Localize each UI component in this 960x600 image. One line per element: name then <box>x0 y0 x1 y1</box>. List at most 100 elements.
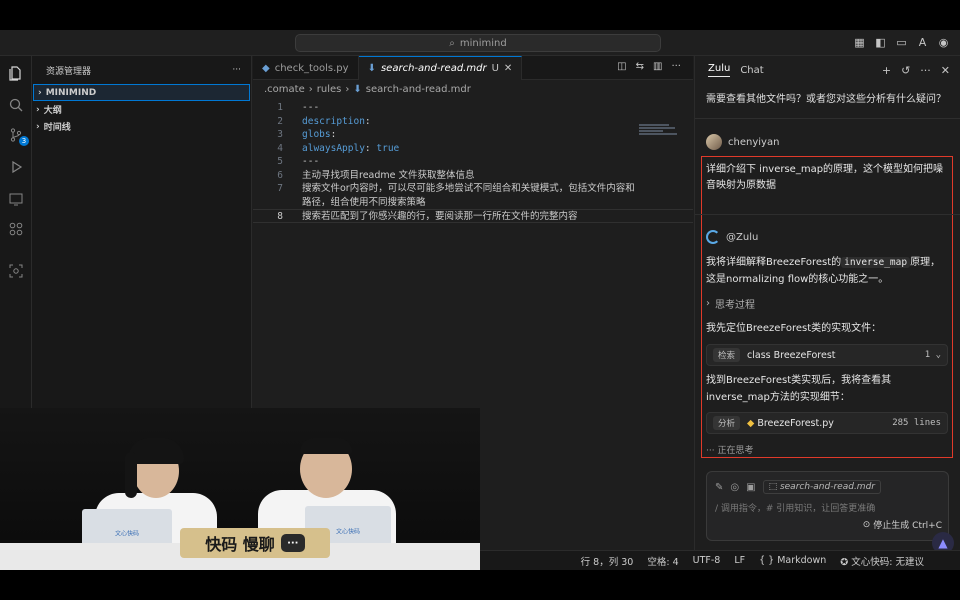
chat-input-box[interactable]: ✎ ◎ ▣ ⬚ search-and-read.mdr / 调用指令，# 引用知… <box>706 471 949 541</box>
split-editor-icon[interactable]: ▥ <box>653 61 662 72</box>
chat-actions: + ↺ ··· ✕ <box>882 64 950 77</box>
input-toolbar: ✎ ◎ ▣ ⬚ search-and-read.mdr <box>715 480 881 494</box>
tool-label: 分析 <box>713 416 741 430</box>
close-icon[interactable]: ✕ <box>941 64 950 77</box>
chevron-down-icon[interactable]: ⌄ <box>936 350 941 360</box>
code-line: 3 globs: <box>253 128 693 142</box>
explorer-section-minimind[interactable]: › MINIMIND <box>33 84 250 101</box>
more-actions-icon[interactable]: ··· <box>920 64 931 77</box>
explorer-section-outline[interactable]: › 大纲 <box>32 101 251 118</box>
breadcrumb-item[interactable]: rules <box>317 84 342 95</box>
tab-label: search-and-read.mdr <box>380 63 487 74</box>
plugin-label: 文心快码: 无建议 <box>851 556 924 568</box>
title-bar: ⌕ minimind ▦ ◧ ▭ A ◉ <box>0 30 960 56</box>
answer-paragraph: 我将详细解释BreezeForest的 inverse_map 原理，这是norma… <box>706 254 950 288</box>
history-icon[interactable]: ↺ <box>901 64 910 77</box>
customize-layout-icon[interactable]: ▦ <box>853 36 866 49</box>
explorer-section-timeline[interactable]: › 时间线 <box>32 118 251 135</box>
yaml-colon: : <box>330 129 337 140</box>
tool-card-search[interactable]: 检索 class BreezeForest 1 ⌄ <box>706 344 948 366</box>
answer-paragraph: 我先定位BreezeForest类的实现文件： <box>706 323 882 334</box>
more-actions-icon[interactable]: ··· <box>232 65 241 75</box>
toggle-panel-icon[interactable]: ▭ <box>895 36 908 49</box>
encoding[interactable]: UTF-8 <box>693 555 721 566</box>
explorer-section-label: 时间线 <box>43 123 71 133</box>
chevron-right-icon: › <box>38 87 42 98</box>
tool-card-analyze[interactable]: 分析 ◆ BreezeForest.py 285 lines <box>706 412 948 434</box>
user-name: chenyiyan <box>728 136 780 148</box>
more-actions-icon[interactable]: ··· <box>671 61 681 72</box>
tab-check-tools[interactable]: ◆ check_tools.py <box>253 56 359 80</box>
bot-name: @Zulu <box>726 231 759 243</box>
minimap[interactable] <box>639 124 679 138</box>
vscode-window: ⌕ minimind ▦ ◧ ▭ A ◉ 3 资源管理器 ··· › MINIM… <box>0 30 960 570</box>
status-bar: 行 8，列 30 空格: 4 UTF-8 LF { } Markdown ✪ 文… <box>480 550 960 570</box>
extensions-icon[interactable] <box>5 218 27 240</box>
line-number: 6 <box>277 169 283 181</box>
chevron-right-icon: › <box>345 83 350 95</box>
line-number <box>253 196 283 210</box>
zulu-logo-icon <box>706 230 720 244</box>
tab-search-and-read[interactable]: ⬇ search-and-read.mdr U ✕ <box>358 56 523 80</box>
language-mode[interactable]: { } Markdown <box>759 555 826 566</box>
user-question: 详细介绍下 inverse_map的原理，这个模型如何把噪音映射为原数据 <box>706 164 944 191</box>
thinking-label: 正在思考 <box>717 446 754 456</box>
thinking-process-toggle[interactable]: › 思考过程 <box>706 296 755 311</box>
answer-paragraph: 找到BreezeForest类实现后，我将查看其inverse_map方法的实现… <box>706 375 892 403</box>
command-center-label: minimind <box>459 37 507 49</box>
editor-actions: ◫ ⇆ ▥ ··· <box>617 61 681 72</box>
code-line-wrap: 路径，组合使用不同搜索策略 <box>253 196 693 210</box>
tab-zulu[interactable]: Zulu <box>708 63 731 77</box>
new-chat-icon[interactable]: + <box>882 64 891 77</box>
yaml-key: alwaysApply <box>302 142 365 154</box>
stop-generation-button[interactable]: ⊙ 停止生成 Ctrl+C <box>863 518 942 532</box>
code-line: 1 --- <box>253 101 693 115</box>
account-icon[interactable]: ◉ <box>937 36 950 49</box>
mention-icon[interactable]: ◎ <box>730 482 739 493</box>
ai-assistant-icon[interactable] <box>5 260 27 282</box>
presenter-video-overlay: 文心快码 文心快码 快码 慢聊 ··· <box>0 408 480 570</box>
command-center[interactable]: ⌕ minimind <box>295 34 661 52</box>
show-brand-sign: 快码 慢聊 ··· <box>180 528 330 558</box>
remote-explorer-icon[interactable] <box>5 188 27 210</box>
line-number: 1 <box>277 102 283 113</box>
code-line: 2 description: <box>253 115 693 129</box>
breadcrumb-item[interactable]: search-and-read.mdr <box>366 84 471 95</box>
message-divider <box>695 214 960 215</box>
end-of-line[interactable]: LF <box>734 555 745 566</box>
chat-input-placeholder: / 调用指令，# 引用知识，让回答更准确 <box>715 504 876 514</box>
explorer-icon[interactable] <box>5 62 27 84</box>
tools-icon[interactable]: ✎ <box>715 482 723 493</box>
tab-chat[interactable]: Chat <box>740 65 763 76</box>
close-icon[interactable]: ✕ <box>504 63 512 74</box>
breadcrumb-item[interactable]: .comate <box>264 84 305 95</box>
context-file-chip[interactable]: ⬚ search-and-read.mdr <box>762 480 881 494</box>
yaml-key: description <box>302 115 365 127</box>
search-view-icon[interactable] <box>5 94 27 116</box>
line-text: --- <box>302 156 320 167</box>
explorer-section-label: MINIMIND <box>45 87 97 98</box>
code-editor[interactable]: 1 --- 2 description: 3 globs: 4 alwaysApply:… <box>253 101 693 223</box>
open-preview-icon[interactable]: ◫ <box>617 61 626 72</box>
line-text: 搜索文件or内容时，可以尽可能多地尝试不同组合和关键模式，包括文件内容和 <box>302 183 635 194</box>
plugin-status[interactable]: ✪ 文心快码: 无建议 <box>840 554 924 568</box>
compare-icon[interactable]: ⇆ <box>636 61 644 72</box>
markdown-file-icon: ⬇ <box>353 83 362 95</box>
image-icon[interactable]: ▣ <box>746 482 755 493</box>
run-debug-icon[interactable] <box>5 156 27 178</box>
cursor-position[interactable]: 行 8，列 30 <box>581 554 634 568</box>
count-value: 1 <box>924 350 931 360</box>
explorer-title: 资源管理器 <box>46 66 92 77</box>
tool-text: class BreezeForest <box>747 349 836 361</box>
font-size-icon[interactable]: A <box>916 36 929 49</box>
chat-tabs: Zulu Chat + ↺ ··· ✕ <box>695 56 960 84</box>
explorer-section-label: 大纲 <box>43 106 62 116</box>
indentation[interactable]: 空格: 4 <box>647 554 678 568</box>
toggle-sidebar-icon[interactable]: ◧ <box>874 36 887 49</box>
source-control-icon[interactable]: 3 <box>5 124 29 146</box>
code-line: 7 搜索文件or内容时，可以尽可能多地尝试不同组合和关键模式，包括文件内容和 <box>253 182 693 196</box>
search-icon: ⌕ <box>449 37 455 49</box>
yaml-colon: : <box>364 142 377 154</box>
tool-label: 检索 <box>713 348 741 362</box>
line-number: 5 <box>277 156 283 167</box>
